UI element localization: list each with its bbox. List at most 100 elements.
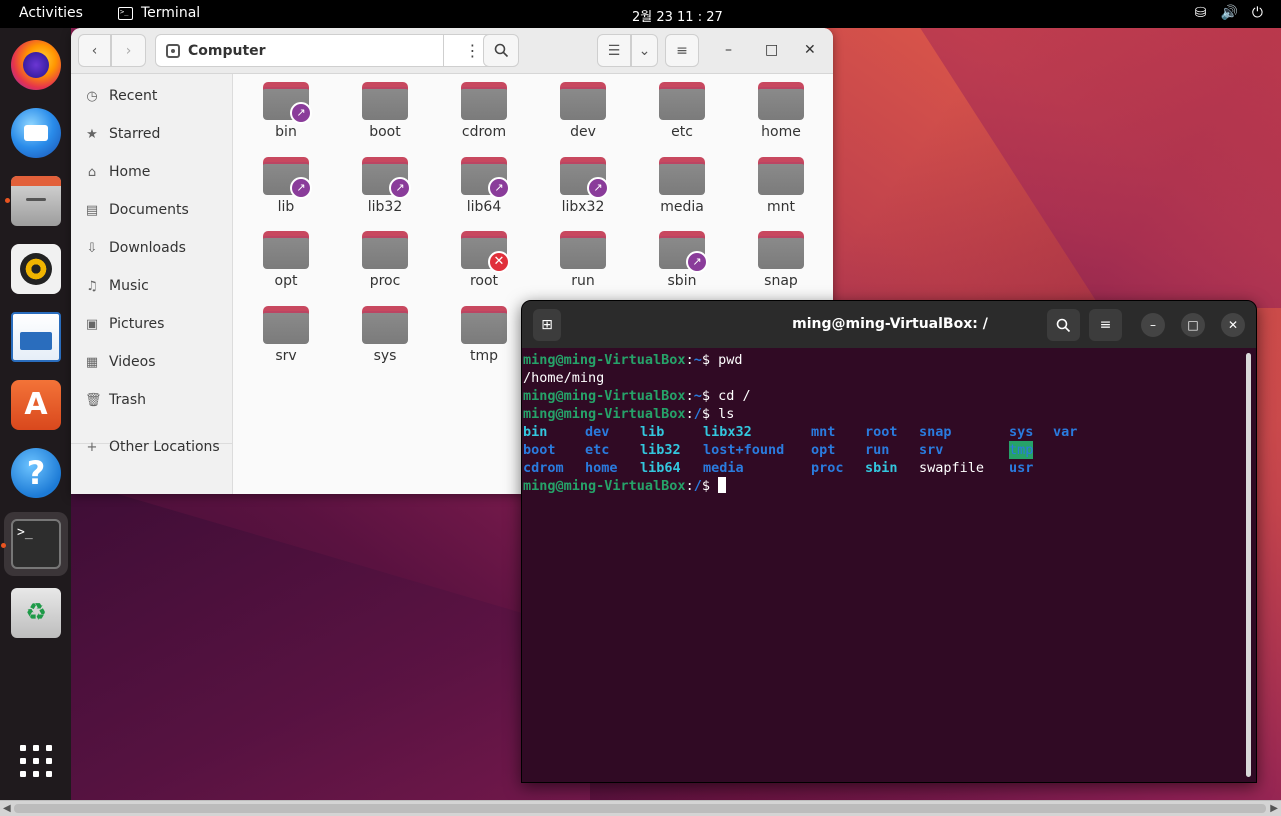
network-icon[interactable]: ⛁ — [1195, 5, 1207, 21]
back-button[interactable]: ‹ — [78, 34, 111, 67]
folder-item[interactable]: ↗ sbin — [642, 223, 722, 295]
folder-item[interactable]: etc — [642, 74, 722, 146]
show-apps-icon[interactable] — [11, 736, 61, 786]
scroll-left-icon[interactable]: ◀ — [3, 803, 11, 814]
terminal-search-button[interactable] — [1047, 309, 1080, 341]
horizontal-scrollbar[interactable]: ◀ ▶ — [0, 800, 1281, 816]
folder-item[interactable]: home — [741, 74, 821, 146]
sidebar-item-label: Starred — [109, 126, 161, 142]
sidebar-item-trash[interactable]: 🗑 Trash — [85, 390, 146, 410]
ls-entry: media — [703, 460, 744, 476]
ls-entry: libx32 — [703, 424, 752, 440]
maximize-button[interactable]: □ — [765, 42, 778, 58]
scroll-right-icon[interactable]: ▶ — [1270, 803, 1278, 814]
folder-item[interactable]: media — [642, 149, 722, 221]
terminal-minimize-button[interactable]: – — [1141, 313, 1165, 337]
prompt-path: / — [693, 406, 702, 422]
sidebar-item-downloads[interactable]: ⇩ Downloads — [85, 238, 186, 258]
folder-item[interactable]: tmp — [444, 298, 524, 370]
sidebar-item-videos[interactable]: ▦ Videos — [85, 352, 156, 372]
scrollbar-thumb[interactable] — [14, 804, 1266, 813]
folder-icon — [461, 305, 507, 344]
folder-name: mnt — [767, 198, 795, 215]
thunderbird-icon[interactable] — [11, 108, 61, 158]
sidebar-item-starred[interactable]: ★ Starred — [85, 124, 160, 144]
folder-name: tmp — [469, 347, 498, 364]
folder-item[interactable]: sys — [345, 298, 425, 370]
folder-item[interactable]: ↗ lib32 — [345, 149, 425, 221]
help-icon[interactable]: ? — [11, 448, 61, 498]
power-icon[interactable]: ⏻ — [1252, 5, 1263, 21]
folder-item[interactable]: ✕ root — [444, 223, 524, 295]
drive-icon — [166, 43, 180, 58]
view-options-button[interactable]: ⌄ — [631, 34, 658, 67]
minimize-button[interactable]: – — [725, 42, 732, 58]
terminal-prompt-line[interactable]: ming@ming-VirtualBox:/$ — [523, 477, 727, 495]
sidebar-item-other-locations[interactable]: + Other Locations — [85, 437, 220, 457]
sidebar-item-recent[interactable]: ◷ Recent — [85, 86, 157, 106]
folder-item[interactable]: ↗ libx32 — [543, 149, 623, 221]
terminal-icon[interactable]: >_ — [1, 519, 61, 569]
trash-icon: 🗑 — [85, 392, 102, 408]
folder-name: boot — [369, 124, 401, 140]
sidebar-item-label: Home — [109, 164, 151, 180]
symlink-icon: ↗ — [290, 176, 312, 199]
folder-item[interactable]: ↗ lib — [246, 149, 326, 221]
sidebar-item-documents[interactable]: ▤ Documents — [85, 200, 189, 220]
terminal-glyph: >_ — [17, 525, 33, 540]
sidebar-item-music[interactable]: ♫ Music — [85, 276, 149, 296]
folder-item[interactable]: boot — [345, 74, 425, 146]
path-bar[interactable]: Computer ⋮ — [155, 34, 500, 67]
folder-item[interactable]: ↗ lib64 — [444, 149, 524, 221]
rhythmbox-icon[interactable] — [11, 244, 61, 294]
videos-icon: ▦ — [85, 354, 99, 370]
folder-icon — [362, 305, 408, 344]
folder-name: lib32 — [367, 198, 403, 215]
list-view-button[interactable]: ☰ — [597, 34, 631, 67]
folder-icon — [263, 305, 309, 344]
ls-entry: swapfile — [919, 460, 985, 476]
clock[interactable]: 2월 23 11 : 27 — [632, 6, 723, 25]
files-icon[interactable] — [5, 176, 61, 226]
folder-item[interactable]: proc — [345, 223, 425, 295]
activities-button[interactable]: Activities — [19, 5, 83, 21]
folder-name: srv — [275, 347, 297, 364]
folder-item[interactable]: cdrom — [444, 74, 524, 146]
sidebar-item-pictures[interactable]: ▣ Pictures — [85, 314, 165, 334]
volume-icon[interactable]: 🔊 — [1220, 5, 1237, 21]
folder-item[interactable]: ↗ bin — [246, 74, 326, 146]
command-output: /home/ming — [523, 370, 605, 386]
main-menu-button[interactable]: ≡ — [665, 34, 699, 67]
system-tray[interactable]: ⛁ 🔊 ⏻ — [1195, 5, 1263, 21]
sidebar-item-label: Documents — [109, 202, 189, 218]
folder-item[interactable]: mnt — [741, 149, 821, 221]
folder-item[interactable]: run — [543, 223, 623, 295]
app-center-icon[interactable]: A — [11, 380, 61, 430]
terminal-output[interactable]: ming@ming-VirtualBox:~$ pwd/home/ming min… — [523, 349, 1243, 782]
sidebar-item-home[interactable]: ⌂ Home — [85, 162, 150, 182]
sidebar-item-label: Pictures — [109, 316, 165, 332]
search-button[interactable] — [483, 34, 519, 67]
firefox-icon[interactable] — [11, 40, 61, 90]
trash-icon[interactable]: ♻ — [11, 588, 61, 638]
terminal-close-button[interactable]: ✕ — [1221, 313, 1245, 337]
writer-icon[interactable] — [11, 312, 61, 362]
terminal-menu-button[interactable]: ≡ — [1089, 309, 1122, 341]
folder-name: lib — [277, 198, 295, 215]
folder-item[interactable]: opt — [246, 223, 326, 295]
ls-entry: opt — [811, 442, 836, 458]
prompt-user: ming@ming-VirtualBox — [523, 478, 686, 494]
folder-icon — [362, 231, 408, 269]
close-button[interactable]: ✕ — [804, 42, 816, 58]
forward-button[interactable]: › — [111, 34, 146, 67]
running-indicator — [5, 198, 10, 203]
terminal-window: ⊞ ming@ming-VirtualBox: / ≡ – □ ✕ ming@m… — [521, 300, 1257, 783]
command-text: cd / — [718, 388, 751, 404]
folder-item[interactable]: dev — [543, 74, 623, 146]
folder-item[interactable]: snap — [741, 223, 821, 295]
terminal-scrollbar[interactable] — [1246, 353, 1251, 777]
terminal-maximize-button[interactable]: □ — [1181, 313, 1205, 337]
app-menu[interactable]: >_ Terminal — [118, 5, 200, 21]
search-icon — [1056, 318, 1071, 332]
folder-item[interactable]: srv — [246, 298, 326, 370]
